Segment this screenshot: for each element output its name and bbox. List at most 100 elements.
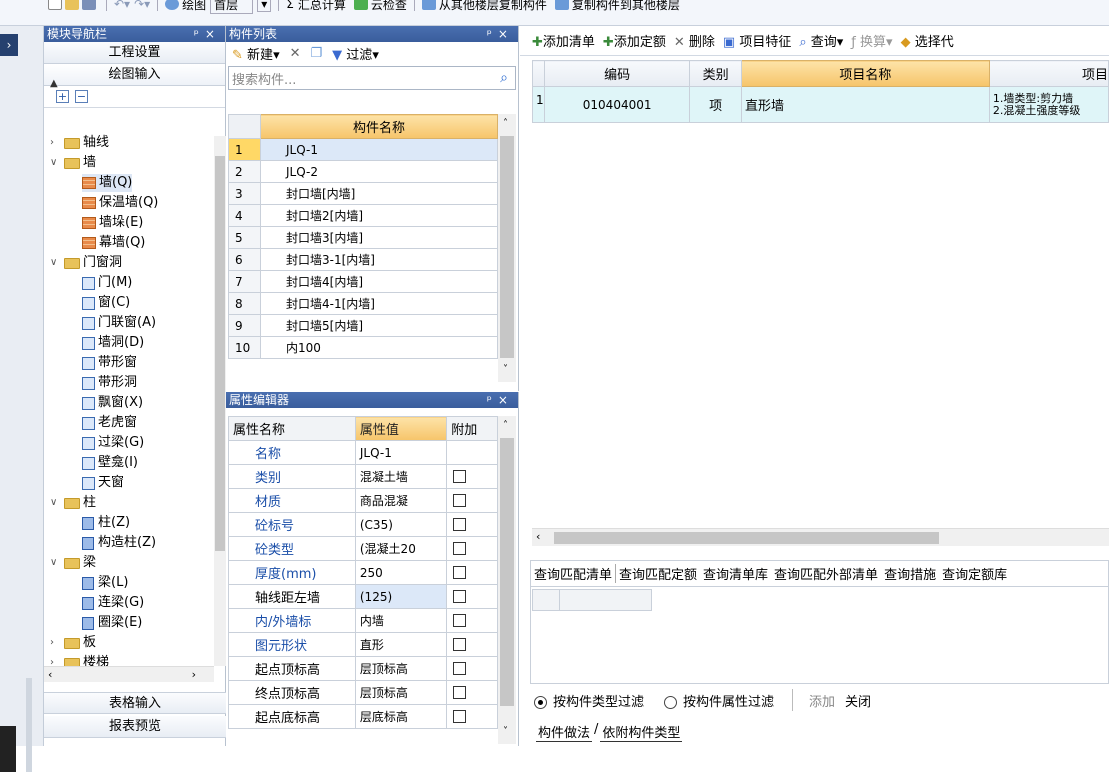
delete-icon[interactable]: ✕ (290, 46, 301, 61)
checkbox[interactable] (453, 566, 467, 579)
checkbox[interactable] (453, 614, 467, 627)
property-extra-cell[interactable] (446, 584, 498, 609)
delete-button[interactable]: ✕ 删除 (674, 31, 715, 50)
tree-item[interactable]: 连梁(G) (82, 594, 144, 612)
checkbox[interactable] (453, 494, 467, 507)
table-row[interactable]: 3 封口墙[内墙] (228, 182, 498, 205)
query-tab[interactable]: 查询定额库 (939, 564, 1010, 583)
table-row[interactable]: 5 封口墙3[内墙] (228, 226, 498, 249)
table-row[interactable]: 1 JLQ-1 (228, 138, 498, 161)
table-row[interactable]: 4 封口墙2[内墙] (228, 204, 498, 227)
property-extra-cell[interactable] (446, 608, 498, 633)
chevron-down-icon[interactable]: ∨ (50, 494, 60, 512)
search-input[interactable]: 搜索构件... (229, 69, 493, 88)
property-row[interactable]: 起点底标高 层底标高 (228, 704, 498, 729)
property-row[interactable]: 内/外墙标 内墙 (228, 608, 498, 633)
select-code-button[interactable]: ◆ 选择代 (901, 31, 954, 50)
table-row[interactable]: 1 010404001 项 直形墙 1.墙类型:剪力墙 2.混凝土强度等级 (532, 86, 1109, 123)
nav-horizontal-scrollbar[interactable]: ‹ › (44, 666, 214, 682)
draw-tool[interactable]: 绘图 首层 ▾ (161, 0, 275, 14)
component-name-cell[interactable]: 封口墙[内墙] (260, 182, 498, 205)
checkbox[interactable] (453, 590, 467, 603)
component-name-cell[interactable]: 封口墙4-1[内墙] (260, 292, 498, 315)
tree-item[interactable]: › 板 (50, 634, 96, 652)
tree-item[interactable]: › 轴线 (50, 134, 109, 152)
query-tab[interactable]: 查询匹配定额 (616, 564, 700, 583)
property-value-cell[interactable]: 层底标高 (354, 704, 448, 729)
chevron-right-icon[interactable]: › (50, 134, 60, 152)
bottom-tab[interactable]: 依附构件类型 (600, 722, 683, 742)
scroll-up-icon[interactable]: ˄ (503, 118, 508, 129)
tree-item[interactable]: 门(M) (82, 274, 132, 292)
scroll-left-icon[interactable]: ‹ (48, 668, 52, 681)
property-value-cell[interactable]: 混凝土墙 (354, 464, 448, 489)
tree-item[interactable]: 梁(L) (82, 574, 128, 592)
table-row[interactable]: 9 封口墙5[内墙] (228, 314, 498, 337)
tree-item[interactable]: 门联窗(A) (82, 314, 156, 332)
tree-item[interactable]: 天窗 (82, 474, 124, 492)
report-preview-button[interactable]: 报表预览 (44, 716, 226, 738)
redo-icon[interactable]: ↷▾ (134, 0, 150, 11)
query-button[interactable]: ⌕ 查询▾ (799, 31, 843, 50)
tree-item[interactable]: 带形窗 (82, 354, 137, 372)
query-tab[interactable]: 查询措施 (881, 564, 939, 583)
copy-from-floor-button[interactable]: 从其他楼层复制构件 (418, 0, 551, 12)
expand-all-icon[interactable]: + (56, 90, 69, 103)
checkbox[interactable] (453, 542, 467, 555)
component-name-cell[interactable]: 内100 (260, 336, 498, 359)
property-row[interactable]: 图元形状 直形 (228, 632, 498, 657)
property-value-cell[interactable]: (混凝土20 (354, 536, 448, 561)
add-quota-button[interactable]: ✚添加定额 (603, 31, 666, 50)
new-file-icon[interactable] (48, 0, 62, 10)
drawing-input-button[interactable]: 绘图输入 (44, 64, 225, 86)
checkbox[interactable] (453, 470, 467, 483)
tree-item[interactable]: 保温墙(Q) (82, 194, 158, 212)
property-value-cell[interactable]: JLQ-1 (354, 440, 448, 465)
tree-item[interactable]: 壁龛(I) (82, 454, 138, 472)
tree-item[interactable]: 飘窗(X) (82, 394, 143, 412)
item-feature-button[interactable]: ▣ 项目特征 (723, 31, 791, 50)
scroll-up-icon[interactable]: ˄ (503, 420, 508, 431)
table-row[interactable]: 7 封口墙4[内墙] (228, 270, 498, 293)
property-extra-cell[interactable] (446, 536, 498, 561)
pin-close-icons[interactable]: ᵖ× (487, 26, 518, 42)
property-row[interactable]: 类别 混凝土墙 (228, 464, 498, 489)
scroll-thumb[interactable] (500, 438, 514, 706)
nav-scroll-up-icon[interactable]: ▲ (50, 78, 62, 90)
property-row[interactable]: 名称 JLQ-1 (228, 440, 498, 465)
scroll-thumb[interactable] (500, 136, 514, 358)
tree-item[interactable]: 过梁(G) (82, 434, 144, 452)
component-name-cell[interactable]: 封口墙3-1[内墙] (260, 248, 498, 271)
property-row[interactable]: 起点顶标高 层顶标高 (228, 656, 498, 681)
tree-item[interactable]: 幕墙(Q) (82, 234, 145, 252)
property-row[interactable]: 厚度(mm) 250 (228, 560, 498, 585)
query-tab[interactable]: 查询清单库 (700, 564, 771, 583)
copy-to-floor-button[interactable]: 复制构件到其他楼层 (551, 0, 684, 12)
property-value-cell[interactable]: 商品混凝 (354, 488, 448, 513)
tree-item[interactable]: ∨ 墙 (50, 154, 96, 172)
tree-item[interactable]: 带形洞 (82, 374, 137, 392)
chevron-down-icon[interactable]: ∨ (50, 554, 60, 572)
table-row[interactable]: 10 内100 (228, 336, 498, 359)
pin-close-icons[interactable]: ᵖ× (194, 26, 225, 42)
property-row[interactable]: 砼类型 (混凝土20 (228, 536, 498, 561)
component-name-cell[interactable]: JLQ-2 (260, 160, 498, 183)
property-extra-cell[interactable] (446, 488, 498, 513)
property-extra-cell[interactable] (446, 632, 498, 657)
tree-item[interactable]: 柱(Z) (82, 514, 130, 532)
table-row[interactable]: 8 封口墙4-1[内墙] (228, 292, 498, 315)
close-button[interactable]: 关闭 (845, 691, 871, 710)
property-value-cell[interactable]: 直形 (354, 632, 448, 657)
tree-item[interactable]: 构造柱(Z) (82, 534, 156, 552)
component-name-cell[interactable]: 封口墙3[内墙] (260, 226, 498, 249)
property-extra-cell[interactable] (446, 560, 498, 585)
scroll-right-icon[interactable]: › (192, 668, 196, 681)
tree-item[interactable]: 墙垛(E) (82, 214, 143, 232)
checkbox[interactable] (453, 518, 467, 531)
scroll-down-icon[interactable]: ˅ (503, 726, 508, 737)
component-list-scrollbar[interactable]: ˄ ˅ (498, 114, 516, 382)
property-value-cell[interactable]: 层顶标高 (354, 656, 448, 681)
chevron-down-icon[interactable]: ∨ (50, 154, 60, 172)
property-extra-cell[interactable] (446, 704, 498, 729)
undo-icon[interactable]: ↶▾ (114, 0, 130, 11)
